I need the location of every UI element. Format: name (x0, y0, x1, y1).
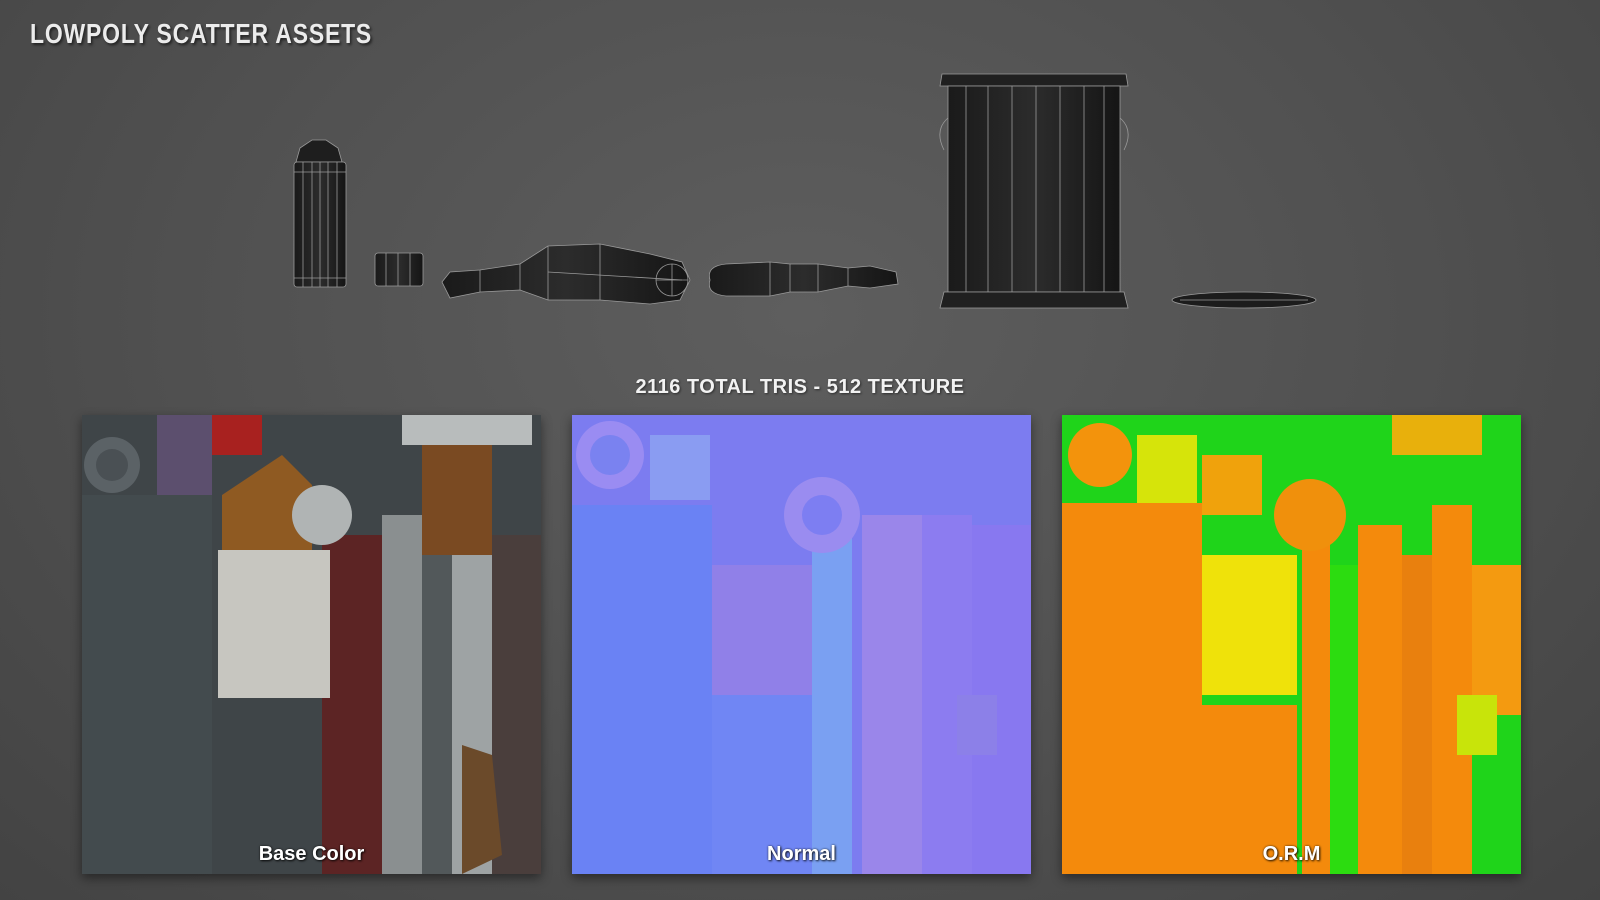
orm-map: O.R.M (1062, 415, 1521, 874)
cap-wireframe-icon (374, 252, 424, 287)
bucket-wireframe-icon (939, 73, 1129, 309)
orm-texture (1062, 415, 1521, 874)
stats-caption: 2116 TOTAL TRIS - 512 TEXTURE (635, 376, 965, 398)
normal-label: Normal (767, 843, 836, 865)
base-color-label: Base Color (258, 843, 365, 865)
normal-texture (572, 415, 1031, 874)
asset-wireframe-row (293, 73, 1317, 309)
base-color-map: Base Color (82, 415, 541, 874)
lid-wireframe-icon (1171, 291, 1317, 309)
broom-wireframe-icon (441, 243, 691, 305)
spray-can-wireframe-icon (293, 139, 347, 288)
normal-map: Normal (572, 415, 1031, 874)
orm-label: O.R.M (1262, 843, 1321, 865)
base-color-texture (82, 415, 541, 874)
brush-wireframe-icon (708, 261, 899, 297)
